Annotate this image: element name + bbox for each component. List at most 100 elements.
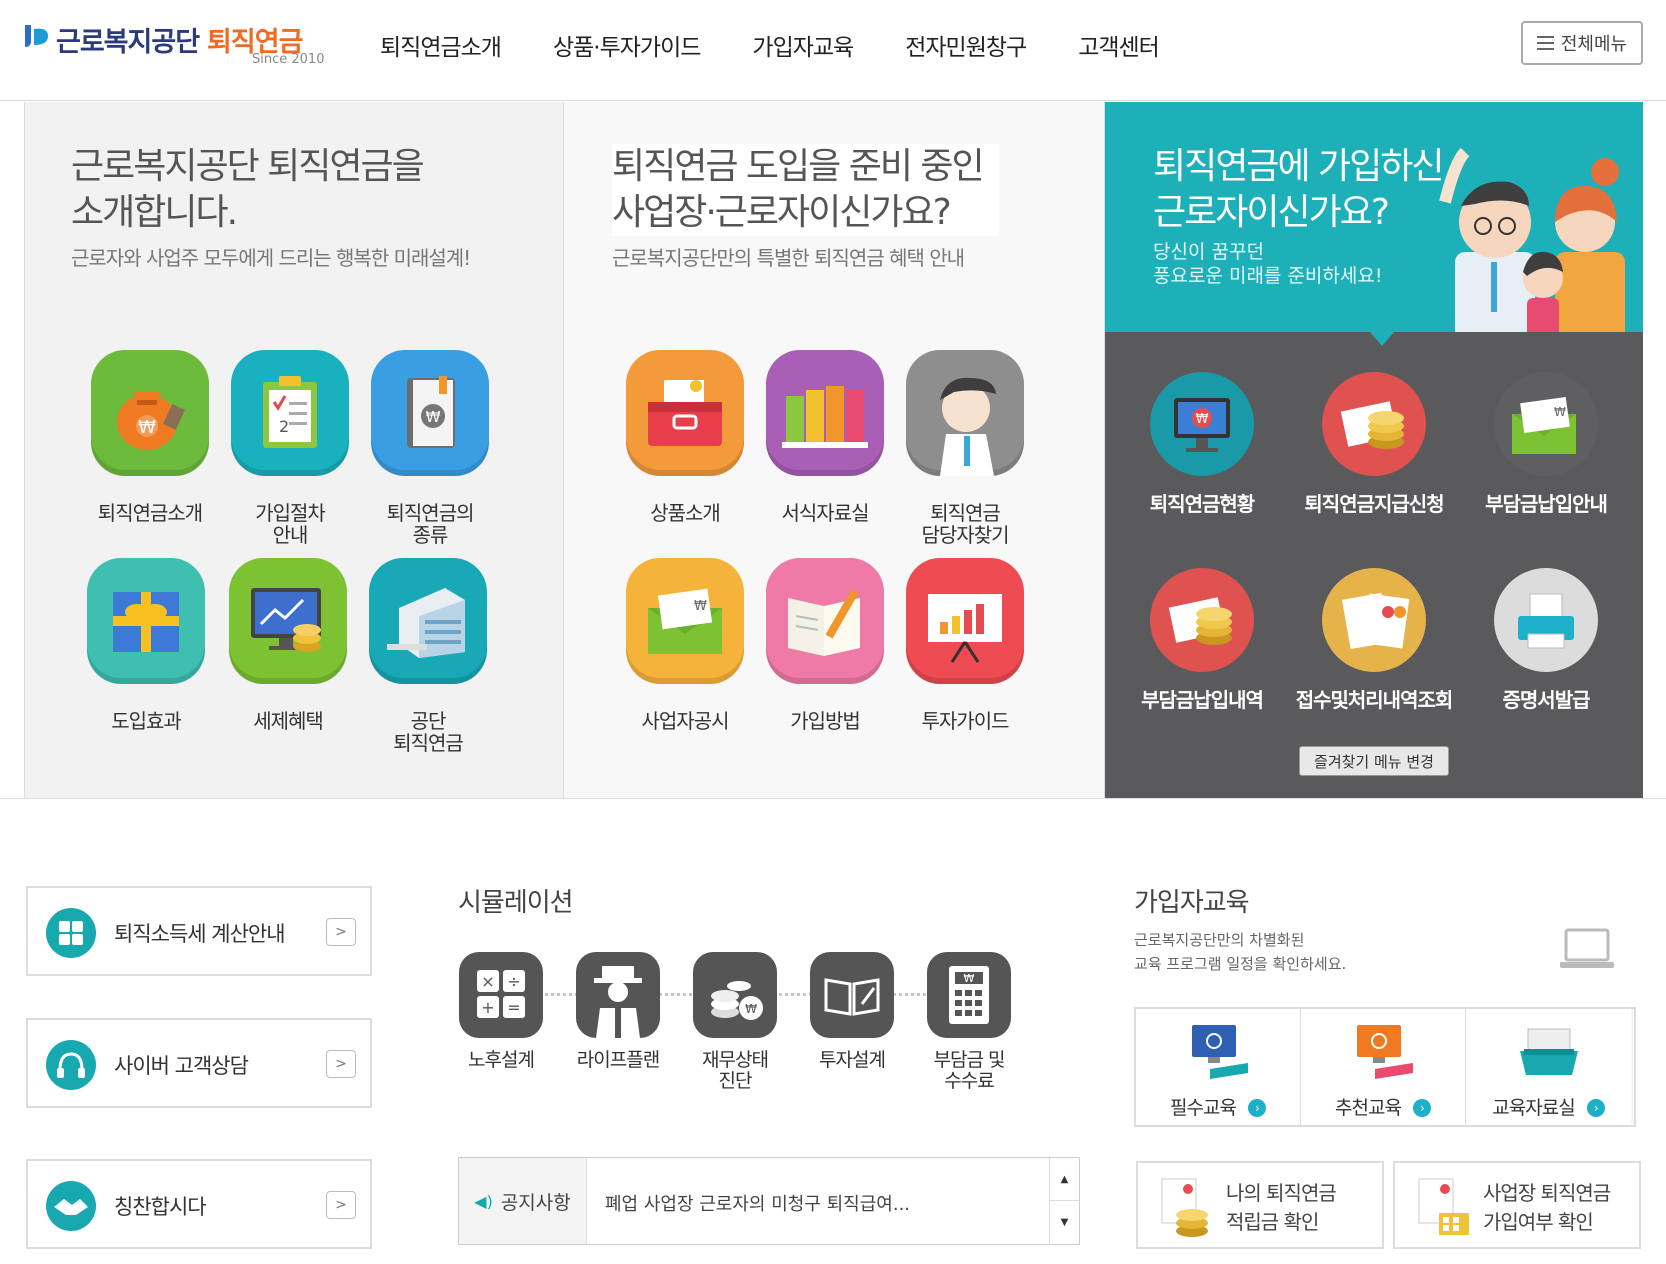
education-item-materials-label: 교육자료실 › [1466,1093,1631,1120]
education-item-recommended[interactable]: 추천교육 › [1301,1009,1466,1125]
svg-text:₩: ₩ [694,599,707,614]
notice-up-button[interactable]: ▲ [1050,1158,1079,1201]
file-box-icon [1520,1028,1578,1075]
prep-item-guide-label: 투자가이드 [921,709,1010,733]
member-item-payment-request-label: 퇴직연금지급신청 [1304,492,1444,516]
card-my-reserve[interactable]: 나의 퇴직연금 적립금 확인 [1136,1161,1384,1249]
intro-panel: 근로복지공단 퇴직연금을 소개합니다. 근로자와 사업주 모두에게 드리는 행복… [24,102,564,798]
prep-item-join[interactable]: 가입방법 [750,558,900,732]
svg-text:₩: ₩ [138,417,156,438]
logo-mark-icon [25,25,48,47]
family-illustration [1439,147,1625,332]
presentation-icon [906,558,1024,684]
open-book-icon [810,952,894,1038]
member-item-contribution-history[interactable]: 부담금납입내역 [1117,568,1287,713]
all-menu-label: 전체메뉴 [1560,34,1628,55]
chevron-right-icon: > [326,1191,356,1219]
notice-down-button[interactable]: ▼ [1050,1201,1079,1244]
intro-item-corporation-label: 공단 퇴직연금 [393,709,464,755]
sim-item-fees[interactable]: ₩ 부담금 및 수수료 [909,952,1029,1092]
member-title: 퇴직연금에 가입하신 근로자이신가요? [1153,144,1445,236]
intro-item-tax[interactable]: 세제혜택 [213,558,363,732]
nav-item-products[interactable]: 상품·투자가이드 [553,28,701,62]
side-link-cyber-consult[interactable]: 사이버 고객상담 > [26,1018,372,1108]
sim-item-retirement[interactable]: × ÷ + = 노후설계 [441,952,561,1071]
clipboard-icon: 2 [231,350,349,476]
svg-text:₩: ₩ [1196,412,1209,427]
education-desc-line2: 교육 프로그램 일정을 확인하세요. [1134,955,1347,973]
intro-title-line2: 소개합니다. [71,192,238,233]
arrow-circle-icon: › [1412,1099,1431,1117]
site-logo[interactable]: 근로복지공단 퇴직연금 Since 2010 [22,20,324,70]
member-item-receipt-lookup[interactable]: 접수및처리내역조회 [1289,568,1459,713]
member-item-contribution-guide-label: 부담금납입안내 [1485,492,1608,516]
prep-item-products[interactable]: 상품소개 [610,350,760,524]
side-link-tax-calc[interactable]: 퇴직소득세 계산안내 > [26,886,372,976]
member-title-line2: 근로자이신가요? [1153,192,1390,233]
prep-item-join-label: 가입방법 [790,709,861,733]
person-icon [906,350,1024,476]
favorites-change-button[interactable]: 즐겨찾기 메뉴 변경 [1299,746,1449,776]
card-workplace-check[interactable]: 사업장 퇴직연금 가입여부 확인 [1393,1161,1641,1249]
sim-item-financial[interactable]: ₩ 재무상태 진단 [675,952,795,1092]
intro-subtitle: 근로자와 사업주 모두에게 드리는 행복한 미래설계! [71,246,471,270]
nav-item-customer[interactable]: 고객센터 [1078,28,1160,62]
nav-item-intro[interactable]: 퇴직연금소개 [380,28,502,62]
member-item-payment-request[interactable]: 퇴직연금지급신청 [1289,372,1459,517]
member-banner: 퇴직연금에 가입하신 근로자이신가요? 당신이 꿈꾸던 풍요로운 미래를 준비하… [1105,102,1643,332]
member-item-certificate[interactable]: 증명서발급 [1461,568,1631,713]
card-workplace-check-label: 사업장 퇴직연금 가입여부 확인 [1483,1181,1611,1234]
envelope-icon: ₩ [626,558,744,684]
intro-item-corporation[interactable]: 공단 퇴직연금 [353,558,503,754]
gift-icon [87,558,205,684]
calculator-icon [46,908,96,958]
headset-icon [46,1040,96,1090]
prep-item-disclosure-label: 사업자공시 [641,709,730,733]
side-link-tax-calc-label: 퇴직소득세 계산안내 [114,922,286,946]
prep-item-guide[interactable]: 투자가이드 [890,558,1040,732]
intro-item-procedure-label: 가입절차 안내 [255,501,326,547]
sim-item-fees-label: 부담금 및 수수료 [933,1049,1006,1092]
all-menu-button[interactable]: 전체메뉴 [1521,21,1643,65]
laptop-icon [1560,928,1614,968]
paper-coins-icon [1150,568,1254,672]
logo-since-text: Since 2010 [252,52,325,67]
notice-headline-link[interactable]: 폐업 사업장 근로자의 미청구 퇴직급여... [605,1190,910,1216]
sim-item-investment[interactable]: 투자설계 [792,952,912,1071]
chevron-right-icon: > [326,918,356,946]
nav-item-education[interactable]: 가입자교육 [752,28,854,62]
sim-item-lifeplan[interactable]: 라이프플랜 [558,952,678,1071]
prep-panel: 퇴직연금 도입을 준비 중인 사업장·근로자이신가요? 근로복지공단만의 특별한… [564,102,1105,798]
intro-item-procedure[interactable]: 2 가입절차 안내 [215,350,365,546]
toolbox-icon [626,350,744,476]
member-panel: 퇴직연금에 가입하신 근로자이신가요? 당신이 꿈꾸던 풍요로운 미래를 준비하… [1105,102,1643,798]
prep-item-disclosure[interactable]: ₩ 사업자공시 [610,558,760,732]
handshake-icon [46,1181,96,1231]
prep-item-forms[interactable]: 서식자료실 [750,350,900,524]
intro-item-overview-label: 퇴직연금소개 [97,501,203,525]
member-item-receipt-lookup-label: 접수및처리내역조회 [1295,688,1454,712]
member-item-contribution-history-label: 부담금납입내역 [1141,688,1264,712]
global-nav: 퇴직연금소개 상품·투자가이드 가입자교육 전자민원창구 고객센터 [380,28,1211,62]
member-item-certificate-label: 증명서발급 [1502,688,1591,712]
education-item-required[interactable]: 필수교육 › [1136,1009,1301,1125]
notebook-pen-icon [766,558,884,684]
svg-text:+: + [481,998,494,1017]
intro-item-types[interactable]: ₩ 퇴직연금의 종류 [355,350,505,546]
intro-item-overview[interactable]: ₩ 퇴직연금소개 [75,350,225,524]
intro-item-types-label: 퇴직연금의 종류 [386,501,475,547]
prep-item-manager[interactable]: 퇴직연금 담당자찾기 [890,350,1040,546]
side-link-praise[interactable]: 칭찬합시다 > [26,1159,372,1249]
education-item-materials[interactable]: 교육자료실 › [1466,1009,1631,1125]
notice-heading: ◀) 공지사항 [459,1158,587,1244]
intro-item-effect[interactable]: 도입효과 [71,558,221,732]
svg-text:=: = [507,998,520,1017]
notice-heading-label: 공지사항 [500,1191,571,1214]
member-item-status[interactable]: ₩ 퇴직연금현황 [1117,372,1287,517]
nav-item-civil[interactable]: 전자민원창구 [905,28,1027,62]
monitor-book-icon [1192,1025,1248,1079]
svg-text:×: × [481,972,494,991]
svg-text:÷: ÷ [507,972,520,991]
member-item-contribution-guide[interactable]: ₩ 부담금납입안내 [1461,372,1631,517]
site-header: 근로복지공단 퇴직연금 Since 2010 퇴직연금소개 상품·투자가이드 가… [0,0,1666,101]
